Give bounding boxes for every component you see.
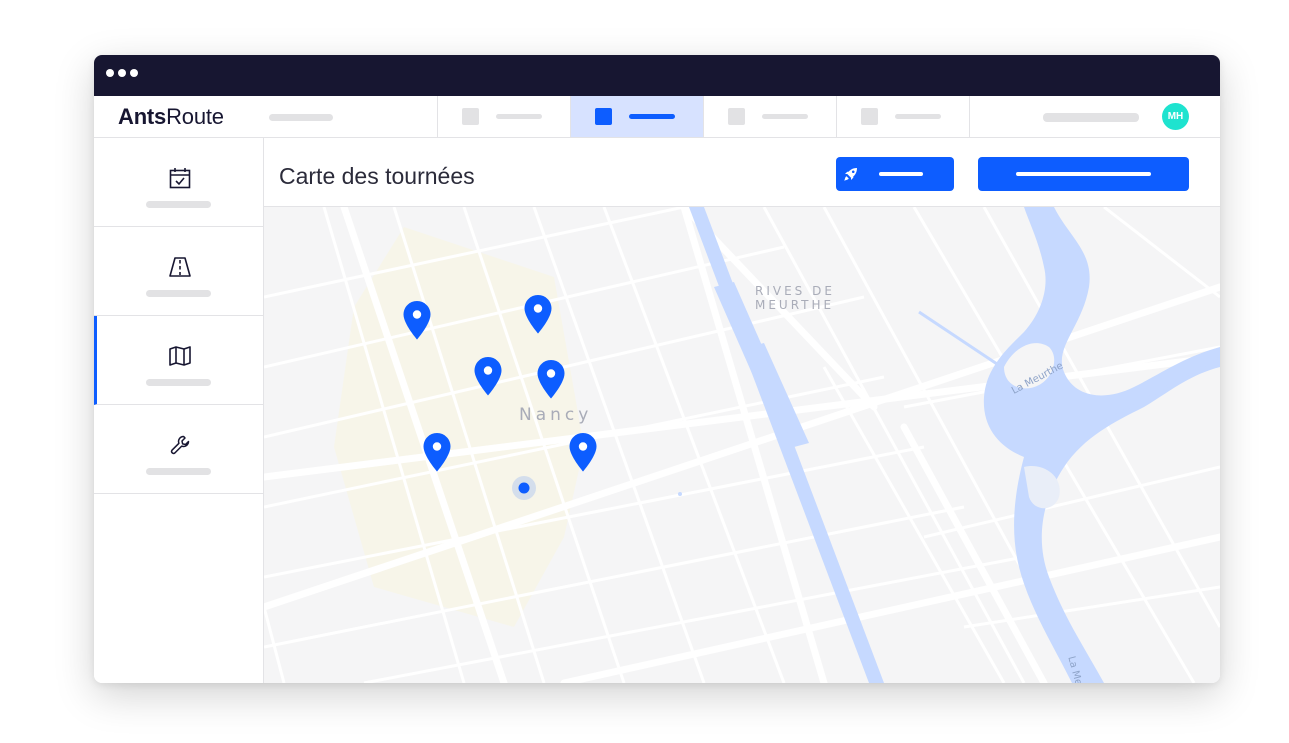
nav-tab-4[interactable]	[836, 96, 969, 137]
nav-tab-label-placeholder	[762, 114, 808, 119]
logo-bold-text: Ants	[118, 104, 167, 129]
main-content: Carte des tournées Nancy RIVES DE MEURTH…	[264, 138, 1220, 683]
window-dot-icon[interactable]	[106, 69, 114, 77]
sidebar-item-planning[interactable]	[94, 138, 263, 227]
nav-tab-icon	[861, 108, 878, 125]
nav-tab-label-placeholder	[496, 114, 542, 119]
sidebar-label-placeholder	[146, 379, 211, 386]
sidebar-item-map-active[interactable]	[94, 316, 263, 405]
nav-tab-label-placeholder	[895, 114, 941, 119]
route-map[interactable]: Nancy RIVES DE MEURTHE La Meurthe La Me	[264, 207, 1220, 683]
user-name-placeholder	[1043, 113, 1139, 122]
nav-tab-icon	[462, 108, 479, 125]
nav-tab-2-active[interactable]	[570, 96, 703, 137]
nav-tab-label-placeholder	[629, 114, 675, 119]
map-canvas	[264, 207, 1220, 683]
nav-tab-1[interactable]	[437, 96, 570, 137]
calendar-check-icon	[169, 168, 191, 189]
nav-tab-icon	[728, 108, 745, 125]
wrench-icon	[170, 435, 190, 455]
window-titlebar	[94, 55, 1220, 96]
window-dot-icon[interactable]	[130, 69, 138, 77]
optimize-route-button[interactable]	[836, 157, 954, 191]
app-window: AntsRoute MH Carte des tournées Nancy RI…	[94, 55, 1220, 683]
button-label-placeholder	[1016, 172, 1151, 176]
app-logo[interactable]: AntsRoute	[118, 104, 224, 130]
rocket-icon	[844, 168, 857, 181]
logo-regular-text: Route	[166, 104, 224, 129]
button-label-placeholder	[879, 172, 923, 176]
sidebar-label-placeholder	[146, 201, 211, 208]
map-icon	[169, 346, 191, 366]
nav-placeholder	[269, 114, 333, 121]
nav-tab-icon	[595, 108, 612, 125]
sidebar-label-placeholder	[146, 290, 211, 297]
user-avatar[interactable]: MH	[1162, 103, 1189, 130]
sidebar-item-routes[interactable]	[94, 227, 263, 316]
page-title: Carte des tournées	[279, 163, 475, 189]
page-header: Carte des tournées	[264, 138, 1220, 207]
nav-tab-3[interactable]	[703, 96, 836, 137]
sidebar-item-settings[interactable]	[94, 405, 263, 494]
sidebar-label-placeholder	[146, 468, 211, 475]
top-navigation: AntsRoute MH	[94, 96, 1220, 138]
sidebar	[94, 138, 264, 683]
window-dot-icon[interactable]	[118, 69, 126, 77]
primary-action-button[interactable]	[978, 157, 1189, 191]
road-icon	[169, 257, 191, 277]
